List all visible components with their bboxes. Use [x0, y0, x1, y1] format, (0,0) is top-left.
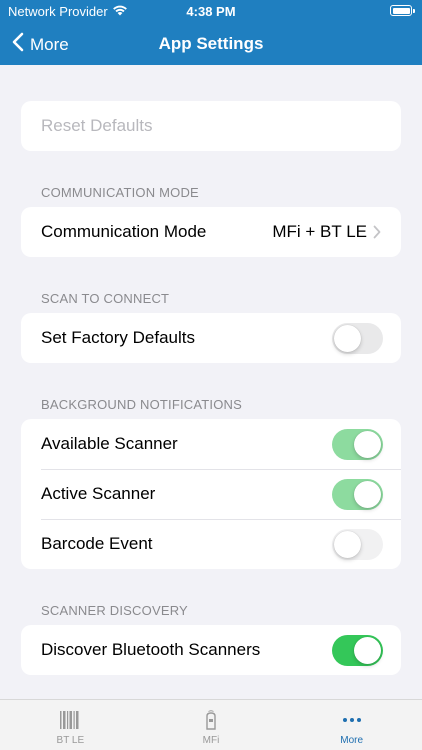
- barcode-icon: [59, 710, 81, 730]
- available-scanner-row: Available Scanner: [21, 419, 401, 469]
- tab-bar: BT LE MFi More: [0, 699, 422, 750]
- section-header-background-notifications: BACKGROUND NOTIFICATIONS: [41, 397, 243, 412]
- available-scanner-toggle[interactable]: [332, 428, 383, 460]
- communication-mode-value: MFi + BT LE: [272, 222, 367, 241]
- section-header-scanner-discovery: SCANNER DISCOVERY: [41, 603, 188, 618]
- scan-to-connect-card: Set Factory Defaults: [21, 313, 401, 363]
- set-factory-defaults-row: Set Factory Defaults: [21, 313, 401, 363]
- tab-bt-le-label: BT LE: [56, 735, 85, 746]
- set-factory-defaults-toggle[interactable]: [332, 322, 383, 354]
- scanner-device-icon: [204, 710, 218, 730]
- barcode-event-toggle[interactable]: [332, 528, 383, 560]
- chevron-right-icon: [373, 225, 381, 239]
- top-bar: Network Provider 4:38 PM More App Settin…: [0, 0, 422, 65]
- scanner-discovery-card: Discover Bluetooth Scanners: [21, 625, 401, 675]
- discover-bluetooth-scanners-row: Discover Bluetooth Scanners: [21, 625, 401, 675]
- reset-card: Reset Defaults: [21, 101, 401, 151]
- background-notifications-card: Available Scanner Active Scanner Barcode…: [21, 419, 401, 569]
- communication-card: Communication Mode MFi + BT LE: [21, 207, 401, 257]
- communication-mode-row[interactable]: Communication Mode MFi + BT LE: [21, 207, 401, 257]
- available-scanner-label: Available Scanner: [41, 434, 178, 453]
- reset-defaults-button[interactable]: Reset Defaults: [21, 101, 401, 151]
- tab-mfi[interactable]: MFi: [141, 700, 282, 750]
- section-header-scan-to-connect: SCAN TO CONNECT: [41, 291, 170, 306]
- tab-bt-le[interactable]: BT LE: [0, 700, 141, 750]
- section-header-communication: COMMUNICATION MODE: [41, 185, 199, 200]
- barcode-event-row: Barcode Event: [21, 519, 401, 569]
- status-bar: Network Provider 4:38 PM: [0, 0, 422, 22]
- discover-bluetooth-scanners-label: Discover Bluetooth Scanners: [41, 640, 261, 659]
- navigation-bar: More App Settings: [0, 22, 422, 65]
- set-factory-defaults-label: Set Factory Defaults: [41, 328, 196, 347]
- reset-defaults-label: Reset Defaults: [41, 116, 153, 135]
- tab-more-label: More: [340, 735, 364, 746]
- battery-icon: [390, 5, 415, 16]
- active-scanner-toggle[interactable]: [332, 478, 383, 510]
- tab-mfi-label: MFi: [202, 735, 220, 746]
- barcode-event-label: Barcode Event: [41, 534, 153, 553]
- discover-bluetooth-scanners-toggle[interactable]: [332, 634, 383, 666]
- status-time: 4:38 PM: [186, 4, 236, 19]
- active-scanner-row: Active Scanner: [21, 469, 401, 519]
- more-dots-icon: [342, 710, 362, 730]
- page-title: App Settings: [158, 34, 264, 53]
- active-scanner-label: Active Scanner: [41, 484, 156, 503]
- communication-mode-label: Communication Mode: [41, 222, 207, 241]
- tab-more[interactable]: More: [281, 700, 422, 750]
